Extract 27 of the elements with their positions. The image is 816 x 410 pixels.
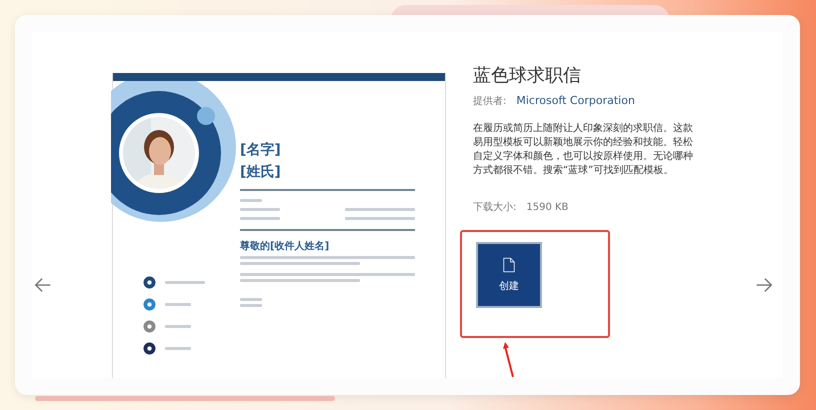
text-line bbox=[165, 281, 205, 284]
text-line bbox=[165, 325, 191, 328]
document-icon bbox=[503, 257, 515, 273]
text-line bbox=[240, 304, 262, 307]
salutation-text: 尊敬的[收件人姓名] bbox=[240, 239, 330, 253]
name-heading: [名字] bbox=[240, 140, 282, 160]
size-label: 下载大小: bbox=[473, 200, 516, 214]
provider-label: 提供者: bbox=[473, 94, 506, 108]
text-line bbox=[345, 208, 415, 211]
template-title: 蓝色球求职信 bbox=[473, 64, 582, 88]
text-line bbox=[240, 217, 280, 220]
text-line bbox=[165, 303, 191, 306]
text-line bbox=[240, 208, 280, 211]
contact-icon bbox=[143, 276, 156, 289]
contact-icon bbox=[143, 320, 156, 333]
annotation-arrow bbox=[503, 342, 514, 377]
text-line bbox=[240, 199, 262, 202]
contact-icon bbox=[143, 298, 156, 311]
create-button[interactable]: 创建 bbox=[476, 242, 542, 308]
text-line bbox=[165, 347, 191, 350]
text-line bbox=[345, 217, 415, 220]
provider-name: Microsoft Corporation bbox=[516, 94, 635, 107]
contact-icon bbox=[143, 342, 156, 355]
text-line bbox=[240, 298, 262, 301]
name-heading: [姓氏] bbox=[240, 163, 282, 182]
size-value: 1590 KB bbox=[526, 202, 568, 213]
template-description: 在履历或简历上随附让人印象深刻的求职信。这款易用型模板可以新颖地展示你的经验和技能。轻松自定义字体和颜色，也可以按原样使用。无论哪种方式都很不错。搜索“蓝球”可找到匹配模板。 bbox=[473, 122, 694, 178]
